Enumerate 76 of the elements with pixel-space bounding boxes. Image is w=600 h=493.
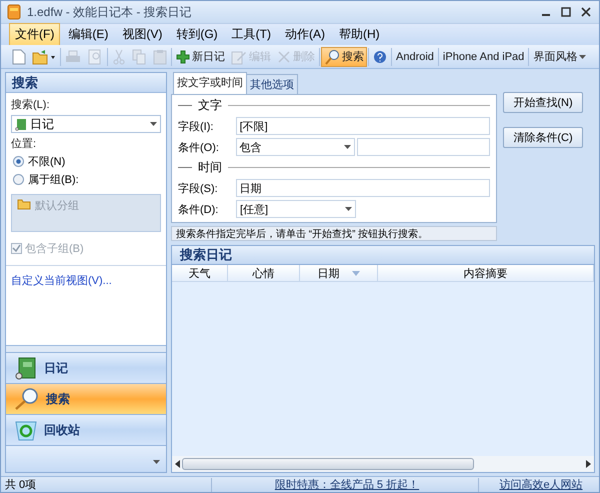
condition-dropdown[interactable]: [任意]: [236, 200, 356, 218]
folder-icon: [17, 198, 31, 210]
value-dropdown[interactable]: [356, 138, 490, 156]
printer-icon: [65, 48, 81, 64]
app-icon: [7, 4, 21, 20]
check-icon: [12, 244, 21, 253]
toolbar-link[interactable]: iPhone And iPad: [440, 46, 528, 66]
hint-text: 搜索条件指定完毕后，请单击 “开始查找” 按钮执行搜索。: [171, 226, 497, 241]
website-link[interactable]: 访问高效e人网站: [499, 479, 583, 491]
panel-title: 搜索: [6, 73, 166, 93]
copy-icon: [132, 48, 147, 64]
caret-icon: [579, 54, 586, 58]
column-header[interactable]: 心情: [228, 265, 300, 281]
menu-item[interactable]: 文件(F): [9, 23, 60, 46]
scissors-icon: [112, 48, 126, 64]
menu-item[interactable]: 转到(G): [170, 23, 224, 46]
style-dropdown[interactable]: 界面风格: [530, 46, 590, 66]
column-header[interactable]: 日期: [300, 265, 378, 281]
field-dropdown[interactable]: [不限]: [236, 117, 490, 135]
nav-button[interactable]: 搜索: [6, 383, 166, 414]
help-icon: [373, 50, 387, 64]
magnifier-icon: [324, 48, 340, 64]
menu-item[interactable]: 动作(A): [278, 23, 331, 46]
caret-icon: [150, 122, 157, 126]
condition-dropdown[interactable]: 包含: [236, 138, 355, 156]
caret-icon: [344, 145, 351, 149]
location-label: 位置:: [11, 137, 38, 151]
field-label: 字段(S):: [178, 182, 219, 196]
pencil-note-icon: [231, 48, 247, 64]
radio-option[interactable]: 不限(N): [11, 154, 161, 169]
new-document-icon: [12, 48, 26, 64]
menu-item[interactable]: 编辑(E): [62, 23, 114, 46]
nav-button[interactable]: 回收站: [6, 414, 166, 445]
action-button[interactable]: 清除条件(C): [503, 127, 583, 148]
clipboard-icon: [153, 48, 167, 64]
scroll-left-icon[interactable]: [175, 460, 180, 468]
plus-icon: [176, 50, 190, 64]
scroll-right-icon[interactable]: [586, 460, 591, 468]
condition-label: 条件(D):: [178, 202, 220, 216]
toolbar-link[interactable]: Android: [393, 46, 437, 66]
radio-option[interactable]: 属于组(B):: [11, 172, 161, 187]
tab[interactable]: 按文字或时间: [173, 72, 247, 94]
field-dropdown[interactable]: 日期: [236, 179, 490, 197]
column-header[interactable]: 天气: [172, 265, 228, 281]
cross-icon: [277, 50, 291, 64]
splitter-grip[interactable]: [6, 345, 166, 352]
field-label: 字段(I):: [178, 120, 214, 134]
caret-icon: [345, 207, 352, 211]
horizontal-scrollbar[interactable]: [172, 456, 594, 472]
nav-button[interactable]: 日记: [6, 352, 166, 383]
search-dropdown[interactable]: 日记: [11, 115, 161, 133]
diary-book-icon: [14, 356, 38, 380]
menu-item[interactable]: 帮助(H): [332, 23, 386, 46]
column-header[interactable]: 内容摘要: [378, 265, 594, 281]
chevron-icon: [153, 460, 160, 464]
menu-item[interactable]: 工具(T): [226, 23, 277, 46]
search-label: 搜索(L):: [11, 98, 50, 112]
condition-label: 条件(O):: [178, 140, 220, 154]
menu-item[interactable]: 视图(V): [116, 23, 168, 46]
section-title: 文字: [198, 97, 222, 114]
custom-view-link[interactable]: 自定义当前视图(V)...: [11, 273, 161, 288]
section-title: 时间: [198, 159, 222, 176]
toolbar-button[interactable]: 搜索: [321, 46, 367, 66]
item-count: 共 0项: [4, 478, 38, 492]
action-button[interactable]: 开始查找(N): [503, 92, 583, 113]
window-title: 1.edfw - 效能日记本 - 搜索日记: [27, 4, 193, 20]
maximize-icon[interactable]: [559, 6, 573, 18]
magnifier-icon: [14, 387, 40, 411]
close-icon[interactable]: [579, 6, 593, 18]
diary-book-icon: [15, 118, 27, 130]
results-title: 搜索日记: [171, 245, 595, 265]
toolbar-button[interactable]: 新日记: [173, 46, 228, 66]
preview-icon: [87, 48, 103, 64]
tab[interactable]: 其他选项: [246, 74, 298, 94]
folder-icon: [32, 48, 56, 64]
promo-link[interactable]: 限时特惠：全线产品 5 折起！: [274, 479, 420, 491]
